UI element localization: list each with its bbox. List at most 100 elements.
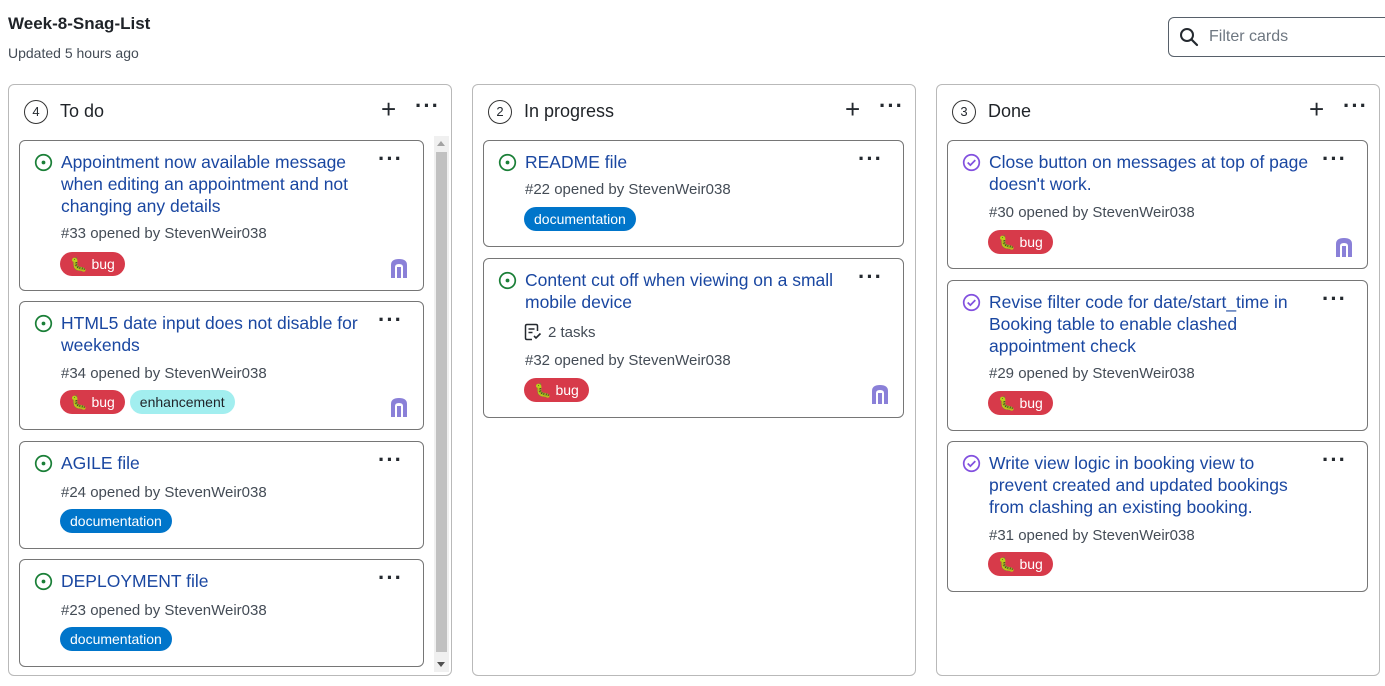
card-labels: 🐛 bug enhancement xyxy=(60,390,235,414)
column-name: Done xyxy=(988,101,1032,121)
add-card-button[interactable]: + xyxy=(1309,96,1324,122)
label-bug[interactable]: 🐛 bug xyxy=(988,552,1053,576)
avatar[interactable] xyxy=(1333,236,1355,258)
column-menu-button[interactable]: ··· xyxy=(415,93,440,119)
avatar[interactable] xyxy=(869,383,891,405)
card-meta: #23 opened by StevenWeir038 xyxy=(61,602,267,619)
card-meta: #31 opened by StevenWeir038 xyxy=(989,527,1195,544)
card-title-link[interactable]: README file xyxy=(525,151,627,173)
label-documentation[interactable]: documentation xyxy=(60,509,172,533)
column-header: 4 To do + ··· xyxy=(9,85,451,135)
card-meta: #34 opened by StevenWeir038 xyxy=(61,365,267,382)
card-meta: #24 opened by StevenWeir038 xyxy=(61,484,267,501)
label-bug[interactable]: 🐛 bug xyxy=(524,378,589,402)
card[interactable]: Content cut off when viewing on a small … xyxy=(483,258,904,418)
avatar[interactable] xyxy=(388,396,410,418)
card-title-line: Revise filter code for date/start_time i… xyxy=(989,292,1288,312)
task-progress: 2 tasks xyxy=(524,323,596,341)
card[interactable]: HTML5 date input does not disable for we… xyxy=(19,301,424,430)
card-labels: documentation xyxy=(60,627,172,651)
card-title-link[interactable]: AGILE file xyxy=(61,452,140,474)
card-labels: 🐛 bug xyxy=(988,552,1053,576)
card-labels: 🐛 bug xyxy=(524,378,589,402)
column-name: To do xyxy=(60,101,105,121)
card-meta: #32 opened by StevenWeir038 xyxy=(525,352,731,369)
card-title-link[interactable]: Write view logic in booking view to prev… xyxy=(989,452,1288,518)
card-labels: documentation xyxy=(60,509,172,533)
card-menu-button[interactable]: ··· xyxy=(378,565,403,591)
card-title-line: Close button on messages at top of page xyxy=(989,152,1309,172)
issue-closed-icon xyxy=(962,454,981,473)
card-title-link[interactable]: Content cut off when viewing on a small … xyxy=(525,269,833,313)
board-title: Week-8-Snag-List xyxy=(8,14,151,33)
filter-cards-input[interactable] xyxy=(1209,28,1369,46)
issue-opened-icon xyxy=(498,153,517,172)
card-title-line: Appointment now available message xyxy=(61,152,347,172)
card-title-line: DEPLOYMENT file xyxy=(61,571,209,591)
card-menu-button[interactable]: ··· xyxy=(858,264,883,290)
card-meta: #33 opened by StevenWeir038 xyxy=(61,225,267,242)
issue-opened-icon xyxy=(498,271,517,290)
label-text: bug xyxy=(1019,395,1043,411)
card-title-line: changing any details xyxy=(61,196,221,216)
label-bug[interactable]: 🐛 bug xyxy=(60,390,125,414)
bug-emoji-icon: 🐛 xyxy=(534,382,552,398)
issue-closed-icon xyxy=(962,293,981,312)
label-enhancement[interactable]: enhancement xyxy=(129,390,235,414)
label-documentation[interactable]: documentation xyxy=(524,207,636,231)
issue-opened-icon xyxy=(34,572,53,591)
card[interactable]: Close button on messages at top of page … xyxy=(947,140,1368,269)
add-card-button[interactable]: + xyxy=(381,96,396,122)
card-title-line: README file xyxy=(525,152,628,172)
card-menu-button[interactable]: ··· xyxy=(1322,286,1347,312)
add-card-button[interactable]: + xyxy=(845,96,860,122)
card-menu-button[interactable]: ··· xyxy=(378,146,403,172)
card[interactable]: Write view logic in booking view to prev… xyxy=(947,441,1368,592)
column-count: 4 xyxy=(24,100,48,124)
label-bug[interactable]: 🐛 bug xyxy=(988,230,1053,254)
card-title-link[interactable]: Appointment now available message when e… xyxy=(61,151,348,217)
card-title-line: mobile device xyxy=(525,292,632,312)
search-icon xyxy=(1180,28,1199,47)
board-updated: Updated 5 hours ago xyxy=(8,45,139,61)
bug-emoji-icon: 🐛 xyxy=(998,395,1016,411)
card-menu-button[interactable]: ··· xyxy=(858,146,883,172)
card-title-line: Booking table to enable clashed xyxy=(989,314,1238,334)
scroll-up-arrow-icon[interactable] xyxy=(437,141,445,146)
card[interactable]: Appointment now available message when e… xyxy=(19,140,424,291)
card-title-link[interactable]: Close button on messages at top of page … xyxy=(989,151,1308,195)
card[interactable]: README file ··· #22 opened by StevenWeir… xyxy=(483,140,904,247)
card-title-link[interactable]: DEPLOYMENT file xyxy=(61,570,209,592)
card-labels: documentation xyxy=(524,207,636,231)
issue-opened-icon xyxy=(34,153,53,172)
issue-opened-icon xyxy=(34,314,53,333)
scroll-down-arrow-icon[interactable] xyxy=(437,662,445,667)
tasklist-icon xyxy=(524,323,542,341)
column-menu-button[interactable]: ··· xyxy=(879,93,904,119)
bug-emoji-icon: 🐛 xyxy=(70,394,88,410)
card-meta: #30 opened by StevenWeir038 xyxy=(989,204,1195,221)
card-menu-button[interactable]: ··· xyxy=(1322,146,1347,172)
column-menu-button[interactable]: ··· xyxy=(1343,93,1368,119)
card-menu-button[interactable]: ··· xyxy=(1322,447,1347,473)
card-title-link[interactable]: Revise filter code for date/start_time i… xyxy=(989,291,1288,357)
card[interactable]: DEPLOYMENT file ··· #23 opened by Steven… xyxy=(19,559,424,667)
card[interactable]: AGILE file ··· #24 opened by StevenWeir0… xyxy=(19,441,424,549)
card-title-line: Content cut off when viewing on a small xyxy=(525,270,834,290)
label-documentation[interactable]: documentation xyxy=(60,627,172,651)
task-count: 2 tasks xyxy=(548,323,596,341)
card-title-link[interactable]: HTML5 date input does not disable for we… xyxy=(61,312,358,356)
card[interactable]: Revise filter code for date/start_time i… xyxy=(947,280,1368,431)
scrollbar-thumb[interactable] xyxy=(436,152,447,652)
column-count: 2 xyxy=(488,100,512,124)
card-menu-button[interactable]: ··· xyxy=(378,307,403,333)
label-bug[interactable]: 🐛 bug xyxy=(988,391,1053,415)
card-menu-button[interactable]: ··· xyxy=(378,447,403,473)
card-title-line: HTML5 date input does not disable for xyxy=(61,313,358,333)
issue-opened-icon xyxy=(34,454,53,473)
filter-cards-field[interactable] xyxy=(1168,17,1385,57)
avatar[interactable] xyxy=(388,257,410,279)
column-scrollbar[interactable] xyxy=(434,136,449,672)
label-bug[interactable]: 🐛 bug xyxy=(60,252,125,276)
card-meta: #29 opened by StevenWeir038 xyxy=(989,365,1195,382)
